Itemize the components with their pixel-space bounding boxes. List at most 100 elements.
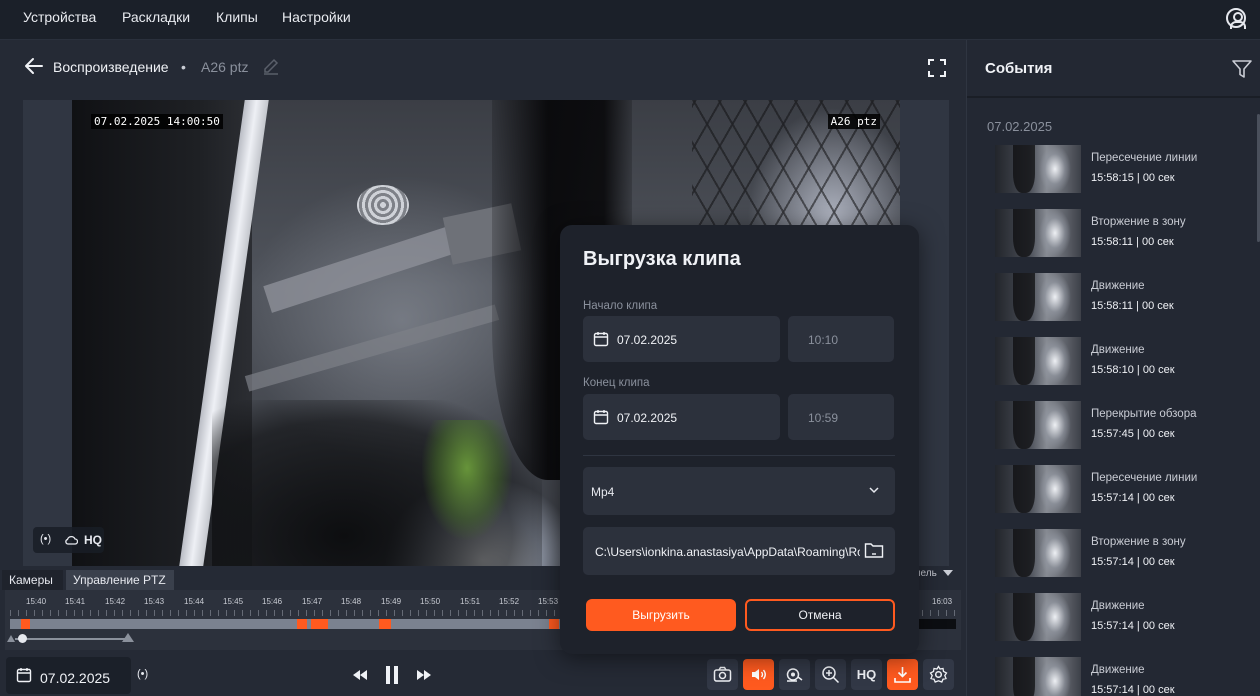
camera-icon xyxy=(713,666,732,682)
calendar-icon xyxy=(16,668,32,683)
video-duct-lower xyxy=(244,304,500,392)
export-path-field[interactable]: C:\Users\ionkina.anastasiya\AppData\Roam… xyxy=(583,527,895,575)
calendar-icon xyxy=(593,332,609,347)
recording-segment[interactable] xyxy=(379,619,391,629)
playback-controls: 07.02.2025 (•) HQ xyxy=(0,652,966,696)
menu-clips[interactable]: Клипы xyxy=(216,9,258,25)
clip-start-time-field[interactable]: 10:10 xyxy=(788,316,894,362)
export-clip-button[interactable] xyxy=(887,659,918,690)
timeline-label: 15:50 xyxy=(420,597,441,606)
menu-devices[interactable]: Устройства xyxy=(23,9,96,25)
event-time: 15:57:14 | 00 сек xyxy=(1091,556,1175,568)
event-time: 15:57:14 | 00 сек xyxy=(1091,620,1175,632)
edit-pencil-icon[interactable] xyxy=(262,58,280,76)
zoom-button[interactable] xyxy=(815,659,846,690)
event-item[interactable]: Движение 15:57:14 | 00 сек xyxy=(995,657,1250,696)
format-select[interactable]: Mp4 xyxy=(583,467,895,515)
recording-segment[interactable] xyxy=(297,619,307,629)
stream-badges: (•) HQ xyxy=(33,527,104,553)
clip-start-date-field[interactable]: 07.02.2025 xyxy=(583,316,780,362)
zoom-slider-track[interactable] xyxy=(15,638,125,640)
user-circle-icon[interactable] xyxy=(1226,8,1246,29)
cancel-button[interactable]: Отмена xyxy=(745,599,895,631)
clip-start-label: Начало клипа xyxy=(583,300,658,312)
events-date: 07.02.2025 xyxy=(987,119,1053,134)
pause-icon[interactable] xyxy=(385,666,399,684)
panel-dropdown[interactable]: нель xyxy=(915,568,961,582)
cloud-icon xyxy=(65,535,78,545)
filter-icon[interactable] xyxy=(1231,58,1253,80)
menu-settings[interactable]: Настройки xyxy=(282,9,351,25)
event-time: 15:58:11 | 00 сек xyxy=(1091,236,1174,248)
page-title: Воспроизведение xyxy=(53,59,169,75)
event-type: Движение xyxy=(1091,600,1145,612)
fullscreen-icon[interactable] xyxy=(927,58,947,78)
timeline-label: 15:44 xyxy=(184,597,205,606)
event-type: Движение xyxy=(1091,344,1145,356)
audio-button[interactable] xyxy=(743,659,774,690)
broadcast-icon: (•) xyxy=(40,533,52,545)
event-item[interactable]: Движение 15:58:11 | 00 сек xyxy=(995,273,1250,321)
ptz-camera-icon xyxy=(786,668,803,682)
playback-date: 07.02.2025 xyxy=(40,670,111,686)
event-item[interactable]: Перекрытие обзора 15:57:45 | 00 сек xyxy=(995,401,1250,449)
zoom-in-triangle-icon[interactable] xyxy=(122,633,134,642)
export-button[interactable]: Выгрузить xyxy=(586,599,736,631)
event-item[interactable]: Пересечение линии 15:58:15 | 00 сек xyxy=(995,145,1250,193)
timeline-label: 15:48 xyxy=(341,597,362,606)
menu-layouts[interactable]: Раскладки xyxy=(122,9,190,25)
timeline-label: 15:45 xyxy=(223,597,244,606)
timeline-label: 16:03 xyxy=(932,597,953,606)
settings-button[interactable] xyxy=(923,659,954,690)
event-item[interactable]: Движение 15:58:10 | 00 сек xyxy=(995,337,1250,385)
event-time: 15:58:11 | 00 сек xyxy=(1091,300,1174,312)
zoom-slider-knob[interactable] xyxy=(18,634,27,643)
speaker-icon xyxy=(752,669,766,680)
rewind-icon[interactable] xyxy=(352,667,368,683)
clip-start-date: 07.02.2025 xyxy=(617,333,678,347)
snapshot-button[interactable] xyxy=(707,659,738,690)
event-item[interactable]: Движение 15:57:14 | 00 сек xyxy=(995,593,1250,641)
live-broadcast-icon[interactable]: (•) xyxy=(137,668,148,680)
events-header: События xyxy=(967,40,1260,98)
recording-segment[interactable] xyxy=(549,619,559,629)
event-time: 15:57:14 | 00 сек xyxy=(1091,492,1175,504)
event-item[interactable]: Вторжение в зону 15:58:11 | 00 сек xyxy=(995,209,1250,257)
ptz-button[interactable] xyxy=(779,659,810,690)
format-value: Mp4 xyxy=(591,485,615,499)
timeline-label: 15:46 xyxy=(262,597,283,606)
calendar-icon xyxy=(593,410,609,425)
event-item[interactable]: Пересечение линии 15:57:14 | 00 сек xyxy=(995,465,1250,513)
event-item[interactable]: Вторжение в зону 15:57:14 | 00 сек xyxy=(995,529,1250,577)
timeline-label: 15:47 xyxy=(302,597,323,606)
folder-icon[interactable] xyxy=(864,541,884,559)
event-thumbnail xyxy=(995,657,1081,696)
hq-button[interactable]: HQ xyxy=(851,659,882,690)
date-picker-button[interactable]: 07.02.2025 xyxy=(6,657,131,694)
zoom-out-triangle-icon[interactable] xyxy=(7,635,15,642)
events-title: События xyxy=(985,60,1053,77)
camera-name: A26 ptz xyxy=(201,59,249,75)
back-arrow-icon[interactable] xyxy=(24,56,44,76)
fast-forward-icon[interactable] xyxy=(416,667,432,683)
event-type: Движение xyxy=(1091,280,1145,292)
hq-badge: HQ xyxy=(84,533,102,547)
tab-cameras[interactable]: Камеры xyxy=(2,570,63,590)
export-path: C:\Users\ionkina.anastasiya\AppData\Roam… xyxy=(595,545,860,559)
timeline-label: 15:42 xyxy=(105,597,126,606)
clip-start-time: 10:10 xyxy=(808,333,839,347)
event-type: Движение xyxy=(1091,664,1145,676)
event-thumbnail xyxy=(995,465,1081,513)
tab-ptz-control[interactable]: Управление PTZ xyxy=(66,570,174,590)
clip-end-date-field[interactable]: 07.02.2025 xyxy=(583,394,780,440)
clip-end-time: 10:59 xyxy=(808,411,839,425)
dialog-title: Выгрузка клипа xyxy=(583,248,741,270)
dialog-divider xyxy=(583,455,895,456)
clip-end-time-field[interactable]: 10:59 xyxy=(788,394,894,440)
recording-segment[interactable] xyxy=(21,619,30,629)
event-thumbnail xyxy=(995,401,1081,449)
event-thumbnail xyxy=(995,593,1081,641)
recording-segment[interactable] xyxy=(311,619,328,629)
event-thumbnail xyxy=(995,273,1081,321)
top-menu-bar: Устройства Раскладки Клипы Настройки xyxy=(0,0,1260,40)
